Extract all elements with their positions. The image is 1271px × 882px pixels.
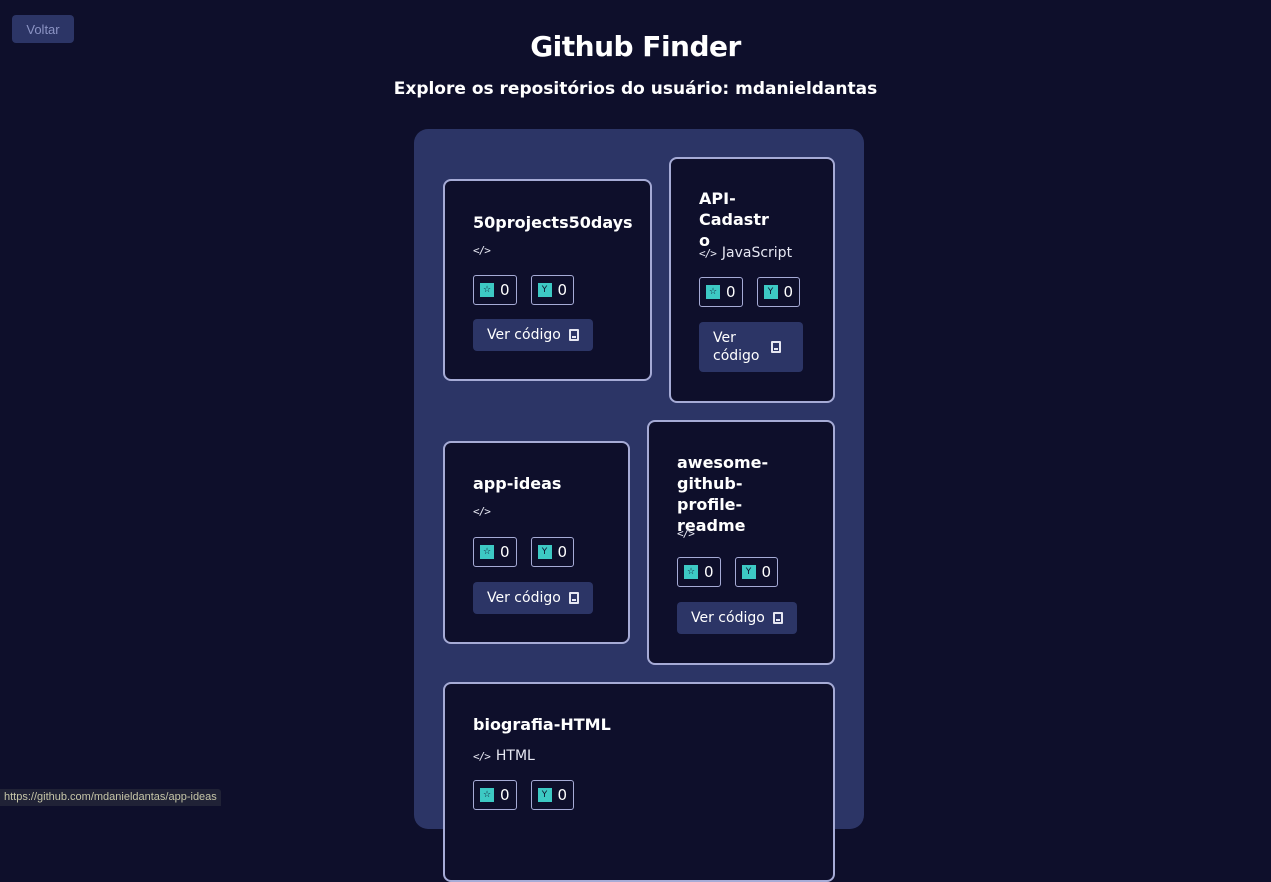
repo-name: API-Cadastro xyxy=(699,188,779,251)
forks-value: 0 xyxy=(558,786,568,804)
forks-value: 0 xyxy=(558,543,568,561)
language-label: JavaScript xyxy=(722,245,792,261)
star-icon: ☆ xyxy=(684,565,698,579)
repo-language: </> xyxy=(677,527,700,540)
repo-language: </> xyxy=(473,244,496,257)
stars-count: ☆0 xyxy=(473,275,517,305)
repo-card: 50projects50days </> ☆0 Y0 Ver código xyxy=(443,179,652,381)
forks-value: 0 xyxy=(558,281,568,299)
book-icon xyxy=(569,592,579,604)
book-icon xyxy=(773,612,783,624)
code-icon: </> xyxy=(677,527,694,540)
repo-card: awesome-github-profile-readme </> ☆0 Y0 … xyxy=(647,420,835,665)
code-icon: </> xyxy=(699,247,716,260)
repo-name: 50projects50days xyxy=(473,212,633,233)
view-code-button[interactable]: Ver código xyxy=(473,319,593,351)
fork-icon: Y xyxy=(742,565,756,579)
view-code-button[interactable]: Ver código xyxy=(677,602,797,634)
fork-icon: Y xyxy=(538,545,552,559)
repo-name: app-ideas xyxy=(473,473,613,494)
forks-value: 0 xyxy=(762,563,772,581)
star-icon: ☆ xyxy=(480,545,494,559)
code-icon: </> xyxy=(473,244,490,257)
forks-count: Y0 xyxy=(757,277,801,307)
repo-stats: ☆0 Y0 xyxy=(677,557,778,587)
fork-icon: Y xyxy=(538,283,552,297)
fork-icon: Y xyxy=(538,788,552,802)
forks-count: Y0 xyxy=(531,275,575,305)
repo-name: awesome-github-profile-readme xyxy=(677,452,807,536)
repo-stats: ☆0 Y0 xyxy=(473,275,574,305)
repo-language: </> JavaScript xyxy=(699,245,792,261)
view-code-label: Ver código xyxy=(487,327,561,343)
repo-card: biografia-HTML </> HTML ☆0 Y0 xyxy=(443,682,835,882)
view-code-label: Ver código xyxy=(713,329,763,365)
page-title: Github Finder xyxy=(0,30,1271,63)
repo-card: app-ideas </> ☆0 Y0 Ver código xyxy=(443,441,630,644)
repo-language: </> xyxy=(473,505,496,518)
view-code-label: Ver código xyxy=(487,590,561,606)
stars-value: 0 xyxy=(500,281,510,299)
view-code-button[interactable]: Ver código xyxy=(699,322,803,372)
repo-name: biografia-HTML xyxy=(473,714,773,735)
star-icon: ☆ xyxy=(480,788,494,802)
stars-count: ☆0 xyxy=(677,557,721,587)
repo-stats: ☆0 Y0 xyxy=(699,277,800,307)
stars-count: ☆0 xyxy=(699,277,743,307)
star-icon: ☆ xyxy=(480,283,494,297)
book-icon xyxy=(569,329,579,341)
forks-count: Y0 xyxy=(531,537,575,567)
forks-count: Y0 xyxy=(735,557,779,587)
repo-stats: ☆0 Y0 xyxy=(473,537,574,567)
book-icon xyxy=(771,341,781,353)
star-icon: ☆ xyxy=(706,285,720,299)
language-label: HTML xyxy=(496,748,535,764)
code-icon: </> xyxy=(473,505,490,518)
stars-value: 0 xyxy=(704,563,714,581)
forks-value: 0 xyxy=(784,283,794,301)
repo-language: </> HTML xyxy=(473,748,535,764)
status-bar-url: https://github.com/mdanieldantas/app-ide… xyxy=(0,789,221,806)
fork-icon: Y xyxy=(764,285,778,299)
code-icon: </> xyxy=(473,750,490,763)
page-subtitle: Explore os repositórios do usuário: mdan… xyxy=(0,79,1271,99)
repo-card: API-Cadastro </> JavaScript ☆0 Y0 Ver có… xyxy=(669,157,835,403)
stars-value: 0 xyxy=(500,786,510,804)
view-code-label: Ver código xyxy=(691,610,765,626)
stars-value: 0 xyxy=(726,283,736,301)
view-code-button[interactable]: Ver código xyxy=(473,582,593,614)
stars-value: 0 xyxy=(500,543,510,561)
stars-count: ☆0 xyxy=(473,537,517,567)
